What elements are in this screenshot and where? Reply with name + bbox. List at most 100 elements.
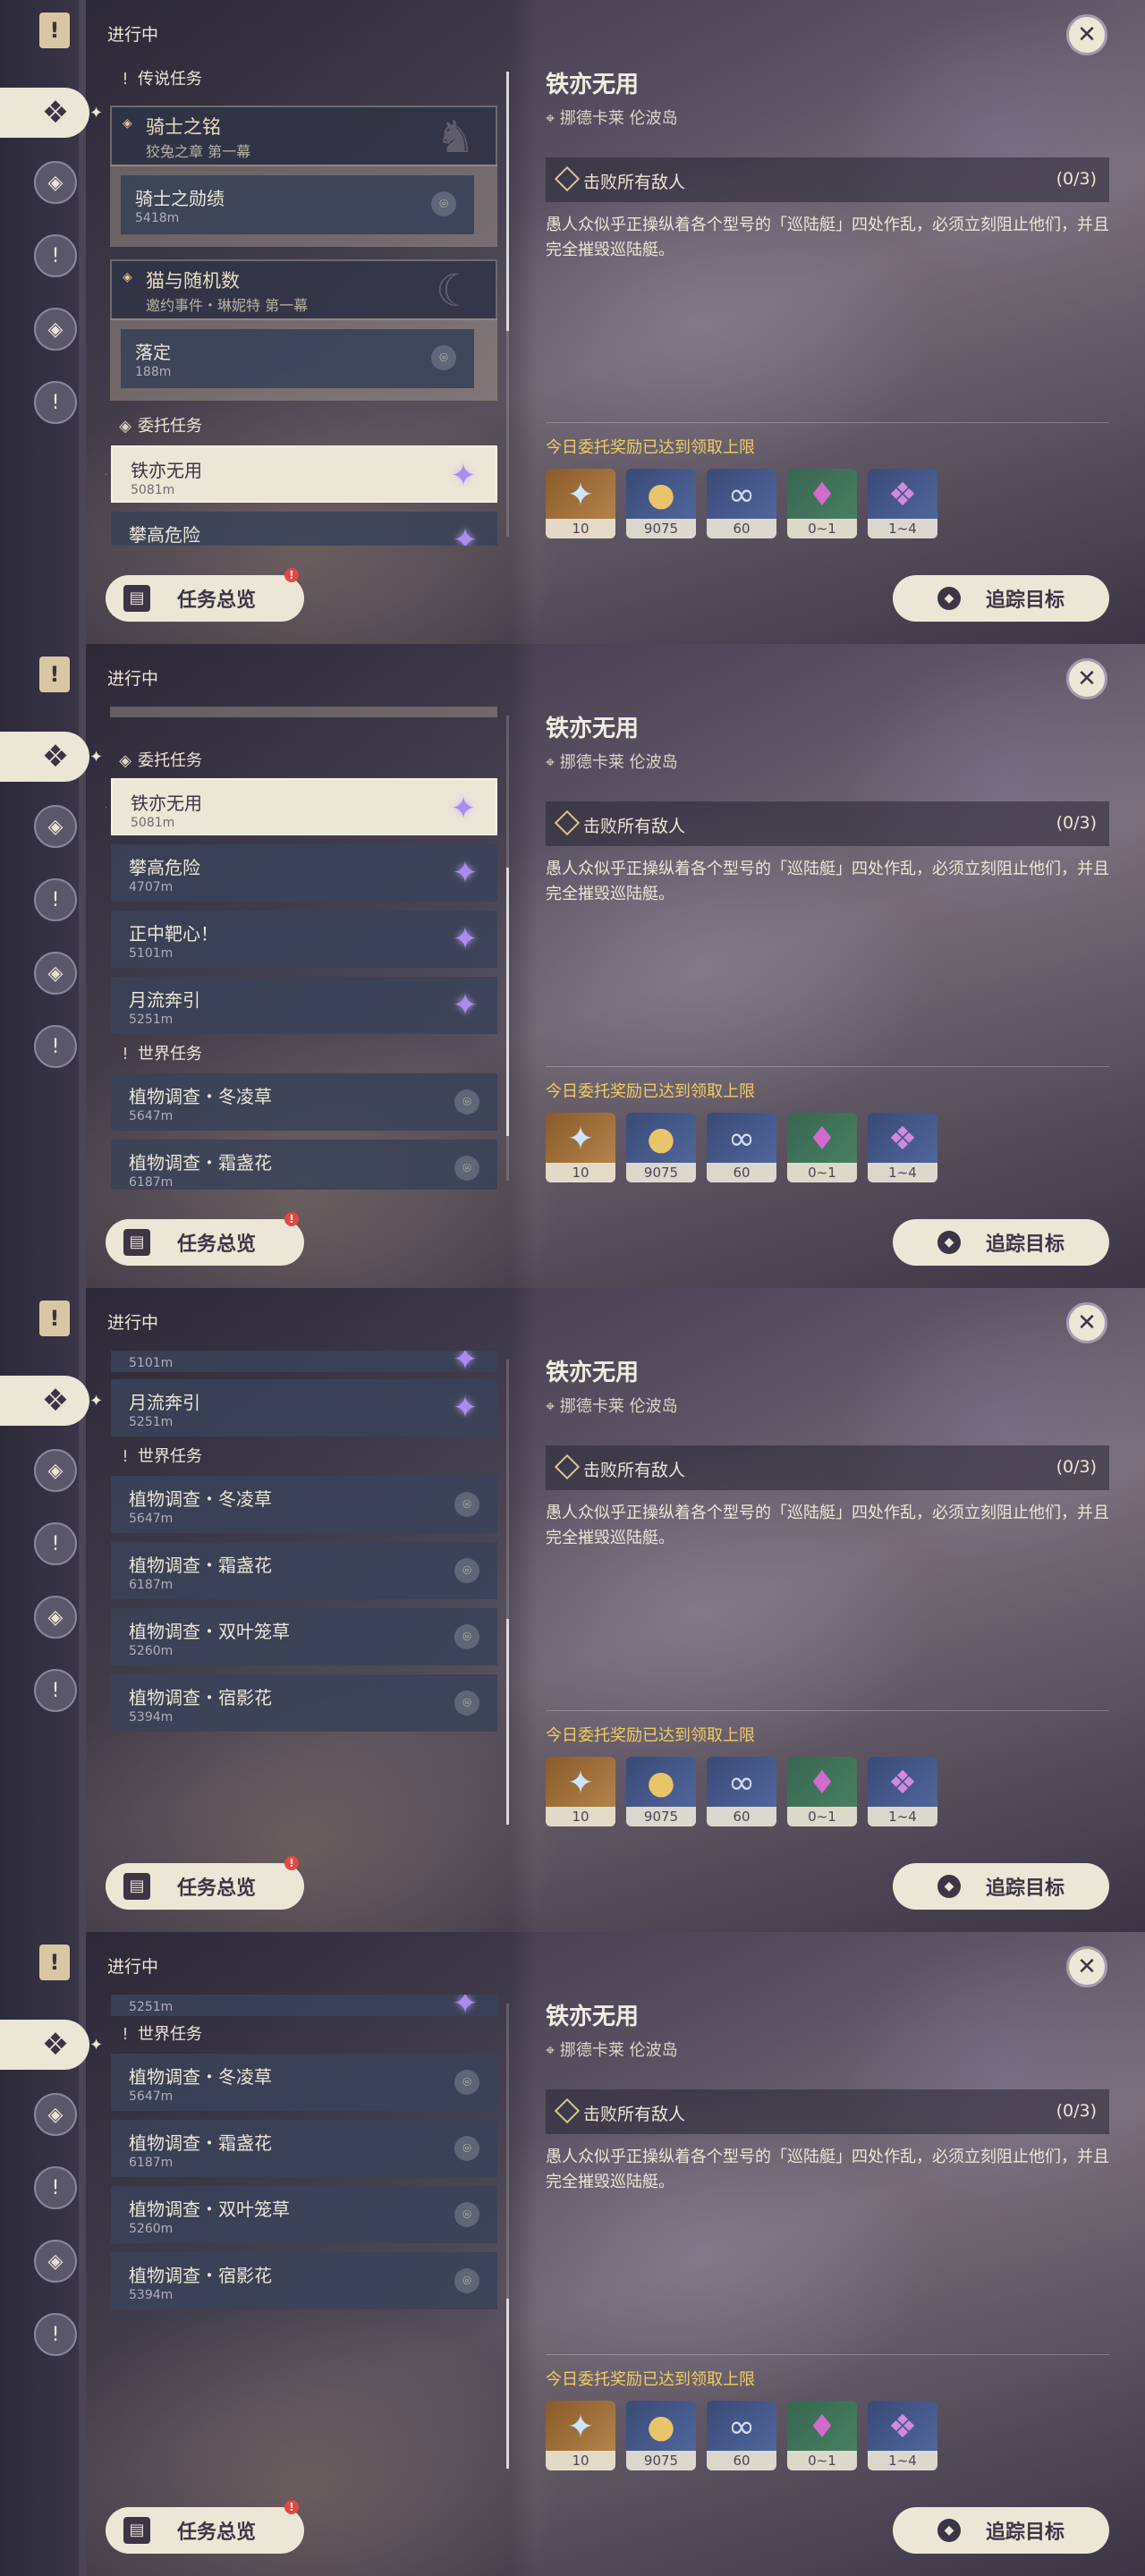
reward-fetters[interactable]: ∞ 60 [707, 469, 776, 538]
commission-gem-icon: ✦ [452, 522, 479, 546]
reward-fetters[interactable]: ∞ 60 [707, 1757, 776, 1826]
commission-row[interactable]: 月流奔引 5251m ✦ [111, 1379, 497, 1436]
reward-crystal-cluster[interactable]: ❖ 1~4 [868, 1757, 937, 1826]
track-target-button[interactable]: ◆ 追踪目标 [893, 1863, 1109, 1910]
world-quest-row[interactable]: 植物调查・霜盏花 6187m ⌾ [111, 2120, 497, 2177]
reward-mora[interactable]: ● 9075 [626, 1113, 696, 1182]
track-target-button[interactable]: ◆ 追踪目标 [893, 575, 1109, 622]
rail-tab-story[interactable]: ! [34, 1522, 77, 1565]
legend-step[interactable]: 骑士之勋绩 5418m ⌾ [121, 175, 474, 234]
quest-list[interactable]: ◈委托任务 ▸ 铁亦无用 5081m ✦ 攀高危险 4707m ✦ 正中靶心！ … [106, 707, 503, 1190]
rail-tab-all-active[interactable]: ❖ [0, 732, 89, 782]
reward-crystal[interactable]: ♦ 0~1 [787, 1757, 857, 1826]
reward-fetters[interactable]: ∞ 60 [707, 2401, 776, 2470]
quest-overview-button[interactable]: ▤ 任务总览 ! [106, 2500, 304, 2554]
world-quest-row[interactable]: 植物调查・冬凌草 5647m ⌾ [111, 2054, 497, 2111]
reward-crystal[interactable]: ♦ 0~1 [787, 1113, 857, 1182]
close-button[interactable]: ✕ [1066, 658, 1107, 699]
rail-tab-story[interactable]: ! [34, 2166, 77, 2209]
reward-adventure-exp[interactable]: ✦ 10 [546, 469, 615, 538]
commission-row[interactable]: 5251m ✦ [111, 1995, 497, 2021]
map-pin-icon[interactable]: ⌾ [431, 191, 456, 216]
world-quest-row[interactable]: 植物调查・冬凌草 5647m ⌾ [111, 1073, 497, 1131]
reward-crystal-cluster[interactable]: ❖ 1~4 [868, 2401, 937, 2470]
commission-row-selected[interactable]: 铁亦无用 5081m ✦ [111, 778, 497, 835]
reward-mora[interactable]: ● 9075 [626, 1757, 696, 1826]
commission-row[interactable]: 攀高危险 4707m ✦ [111, 512, 497, 546]
scrollbar-thumb[interactable] [506, 1619, 509, 1825]
map-pin-icon[interactable]: ⌾ [454, 1558, 479, 1583]
quest-list[interactable]: ! 传说任务 ◈ 骑士之铭 狡兔之章 第一幕 ♞ 骑士之勋绩 5418m ⌾ ◈ … [106, 63, 503, 546]
legend-quest-card[interactable]: ◈ 骑士之铭 狡兔之章 第一幕 ♞ [110, 106, 497, 166]
legend-step[interactable]: 落定 188m ⌾ [121, 329, 474, 388]
commission-row-selected[interactable]: 铁亦无用 5081m ✦ [111, 445, 497, 503]
rail-tab-world[interactable]: ! [34, 1025, 77, 1068]
commission-row[interactable]: 5101m ✦ [111, 1351, 497, 1377]
reward-mora[interactable]: ● 9075 [626, 2401, 696, 2470]
map-pin-icon[interactable]: ⌾ [454, 1156, 479, 1181]
commission-row[interactable]: 月流奔引 5251m ✦ [111, 977, 497, 1034]
reward-crystal[interactable]: ♦ 0~1 [787, 2401, 857, 2470]
quest-overview-button[interactable]: ▤ 任务总览 ! [106, 568, 304, 622]
close-button[interactable]: ✕ [1066, 14, 1107, 55]
reward-adventure-exp[interactable]: ✦ 10 [546, 2401, 615, 2470]
rail-tab-commission[interactable]: ◈ [34, 2240, 77, 2283]
reward-mora[interactable]: ● 9075 [626, 469, 696, 538]
quest-overview-button[interactable]: ▤ 任务总览 ! [106, 1856, 304, 1910]
reward-crystal[interactable]: ♦ 0~1 [787, 469, 857, 538]
quest-book-icon[interactable]: ! [39, 1945, 70, 1980]
quest-list[interactable]: 5101m ✦ 月流奔引 5251m ✦ ! 世界任务 植物调查・冬凌草 5647… [106, 1351, 503, 1834]
rail-tab-commission[interactable]: ◈ [34, 952, 77, 995]
map-pin-icon[interactable]: ⌾ [454, 2268, 479, 2293]
world-quest-row[interactable]: 植物调查・霜盏花 6187m ⌾ [111, 1140, 497, 1190]
rail-tab-world[interactable]: ! [34, 381, 77, 424]
rail-tab-archon[interactable]: ◈ [34, 161, 77, 204]
rail-tab-commission[interactable]: ◈ [34, 1596, 77, 1639]
quest-book-icon[interactable]: ! [39, 13, 70, 48]
map-pin-icon[interactable]: ⌾ [431, 345, 456, 370]
rail-tab-story[interactable]: ! [34, 878, 77, 921]
rail-tab-all-active[interactable]: ❖ [0, 2020, 89, 2070]
scrollbar-thumb[interactable] [506, 2299, 509, 2469]
commission-row[interactable]: 攀高危险 4707m ✦ [111, 844, 497, 902]
world-quest-row[interactable]: 植物调查・双叶笼草 5260m ⌾ [111, 1608, 497, 1665]
track-target-button[interactable]: ◆ 追踪目标 [893, 2507, 1109, 2554]
rail-tab-all-active[interactable]: ❖ [0, 1376, 89, 1426]
map-pin-icon[interactable]: ⌾ [454, 1624, 479, 1649]
world-quest-row[interactable]: 植物调查・宿影花 5394m ⌾ [111, 1674, 497, 1732]
map-pin-icon[interactable]: ⌾ [454, 1690, 479, 1716]
world-quest-row[interactable]: 植物调查・霜盏花 6187m ⌾ [111, 1542, 497, 1599]
reward-crystal-cluster[interactable]: ❖ 1~4 [868, 469, 937, 538]
map-pin-icon[interactable]: ⌾ [454, 2136, 479, 2161]
track-target-button[interactable]: ◆ 追踪目标 [893, 1219, 1109, 1266]
rail-tab-archon[interactable]: ◈ [34, 1449, 77, 1492]
world-quest-row[interactable]: 植物调查・双叶笼草 5260m ⌾ [111, 2186, 497, 2243]
scrollbar-thumb[interactable] [506, 868, 509, 1136]
reward-adventure-exp[interactable]: ✦ 10 [546, 1113, 615, 1182]
quest-book-icon[interactable]: ! [39, 657, 70, 692]
close-button[interactable]: ✕ [1066, 1302, 1107, 1343]
map-pin-icon[interactable]: ⌾ [454, 1492, 479, 1517]
map-pin-icon[interactable]: ⌾ [454, 2202, 479, 2227]
rail-tab-world[interactable]: ! [34, 2313, 77, 2356]
reward-fetters[interactable]: ∞ 60 [707, 1113, 776, 1182]
rail-tab-story[interactable]: ! [34, 234, 77, 277]
quest-list[interactable]: 5251m ✦ ! 世界任务 植物调查・冬凌草 5647m ⌾ 植物调查・霜盏花 … [106, 1995, 503, 2478]
commission-row[interactable]: 正中靶心！ 5101m ✦ [111, 911, 497, 968]
rail-tab-commission[interactable]: ◈ [34, 308, 77, 351]
reward-adventure-exp[interactable]: ✦ 10 [546, 1757, 615, 1826]
rail-tab-all-active[interactable]: ❖ [0, 88, 89, 138]
world-quest-row[interactable]: 植物调查・冬凌草 5647m ⌾ [111, 1476, 497, 1533]
legend-quest-card[interactable]: ◈ 猫与随机数 邀约事件・琳妮特 第一幕 ☾ [110, 259, 497, 320]
scrollbar-thumb[interactable] [506, 72, 509, 331]
quest-overview-button[interactable]: ▤ 任务总览 ! [106, 1212, 304, 1266]
rail-tab-world[interactable]: ! [34, 1669, 77, 1712]
map-pin-icon[interactable]: ⌾ [454, 2070, 479, 2095]
rail-tab-archon[interactable]: ◈ [34, 805, 77, 848]
quest-book-icon[interactable]: ! [39, 1301, 70, 1336]
rail-tab-archon[interactable]: ◈ [34, 2093, 77, 2136]
world-quest-row[interactable]: 植物调查・宿影花 5394m ⌾ [111, 2252, 497, 2309]
reward-crystal-cluster[interactable]: ❖ 1~4 [868, 1113, 937, 1182]
map-pin-icon[interactable]: ⌾ [454, 1089, 479, 1114]
close-button[interactable]: ✕ [1066, 1946, 1107, 1987]
